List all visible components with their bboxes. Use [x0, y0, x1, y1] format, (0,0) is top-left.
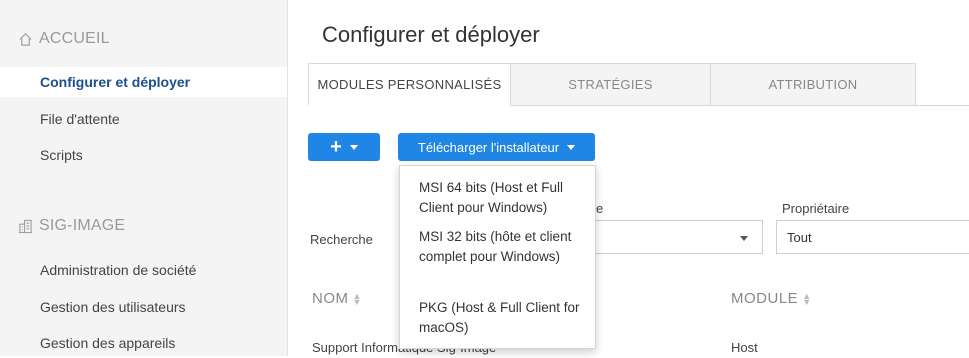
tab-modules-personnalises[interactable]: MODULES PERSONNALISÉS	[308, 63, 511, 106]
sidebar-item-label: Administration de société	[40, 262, 197, 278]
menu-item-msi-32[interactable]: MSI 32 bits (hôte et client complet pour…	[419, 227, 589, 267]
sidebar-item-administration[interactable]: Administration de société	[0, 255, 287, 285]
tab-bar: MODULES PERSONNALISÉS STRATÉGIES ATTRIBU…	[308, 63, 916, 106]
chevron-down-icon	[349, 144, 358, 150]
sidebar-item-label: File d'attente	[40, 111, 120, 127]
building-icon	[18, 219, 33, 234]
column-header-label: MODULE	[731, 290, 799, 307]
tab-strategies[interactable]: STRATÉGIES	[511, 63, 711, 106]
page-title: Configurer et déployer	[322, 22, 540, 47]
main-content: Configurer et déployer MODULES PERSONNAL…	[288, 0, 969, 356]
table-cell-module: Host	[731, 340, 758, 355]
sidebar-item-label: Gestion des utilisateurs	[40, 299, 186, 315]
menu-item-pkg[interactable]: PKG (Host & Full Client for macOS)	[419, 298, 589, 338]
tab-attribution[interactable]: ATTRIBUTION	[711, 63, 916, 106]
section-sig-image[interactable]: SIG-IMAGE	[18, 217, 125, 235]
chevron-down-icon	[567, 144, 576, 150]
add-button[interactable]: +	[308, 133, 380, 161]
download-menu: MSI 64 bits (Host et Full Client pour Wi…	[399, 165, 596, 349]
section-label: SIG-IMAGE	[39, 217, 126, 234]
tab-divider	[511, 105, 969, 106]
column-header-module[interactable]: MODULE ▲ ▼	[731, 290, 812, 307]
sidebar-item-file-attente[interactable]: File d'attente	[0, 104, 287, 134]
chevron-down-icon	[740, 236, 748, 241]
sidebar-item-scripts[interactable]: Scripts	[0, 140, 287, 170]
type-filter-select[interactable]	[588, 220, 763, 254]
section-accueil[interactable]: ACCUEIL	[18, 30, 110, 48]
sidebar: ACCUEIL Configurer et déployer File d'at…	[0, 0, 288, 356]
download-installer-button[interactable]: Télécharger l'installateur	[398, 133, 595, 161]
menu-item-msi-64[interactable]: MSI 64 bits (Host et Full Client pour Wi…	[419, 178, 589, 218]
search-label: Recherche	[310, 232, 373, 247]
owner-filter-value: Tout	[787, 229, 812, 245]
download-button-label: Télécharger l'installateur	[417, 139, 560, 155]
sort-icon: ▲ ▼	[802, 290, 812, 307]
sidebar-item-label: Gestion des appareils	[40, 335, 176, 351]
sidebar-item-label: Scripts	[40, 147, 83, 163]
owner-filter-label: Propriétaire	[782, 201, 850, 216]
section-label: ACCUEIL	[39, 30, 110, 47]
home-icon	[19, 32, 32, 46]
sidebar-item-configurer[interactable]: Configurer et déployer	[0, 67, 287, 97]
sidebar-item-utilisateurs[interactable]: Gestion des utilisateurs	[0, 292, 287, 322]
owner-filter-select[interactable]: Tout	[776, 220, 969, 254]
type-filter-label: e	[596, 201, 604, 216]
sidebar-item-label: Configurer et déployer	[40, 74, 191, 90]
sort-icon: ▲ ▼	[352, 290, 362, 307]
column-header-nom[interactable]: NOM ▲ ▼	[312, 290, 362, 307]
sidebar-item-appareils[interactable]: Gestion des appareils	[0, 328, 287, 358]
plus-icon: +	[330, 135, 342, 158]
column-header-label: NOM	[312, 290, 349, 307]
